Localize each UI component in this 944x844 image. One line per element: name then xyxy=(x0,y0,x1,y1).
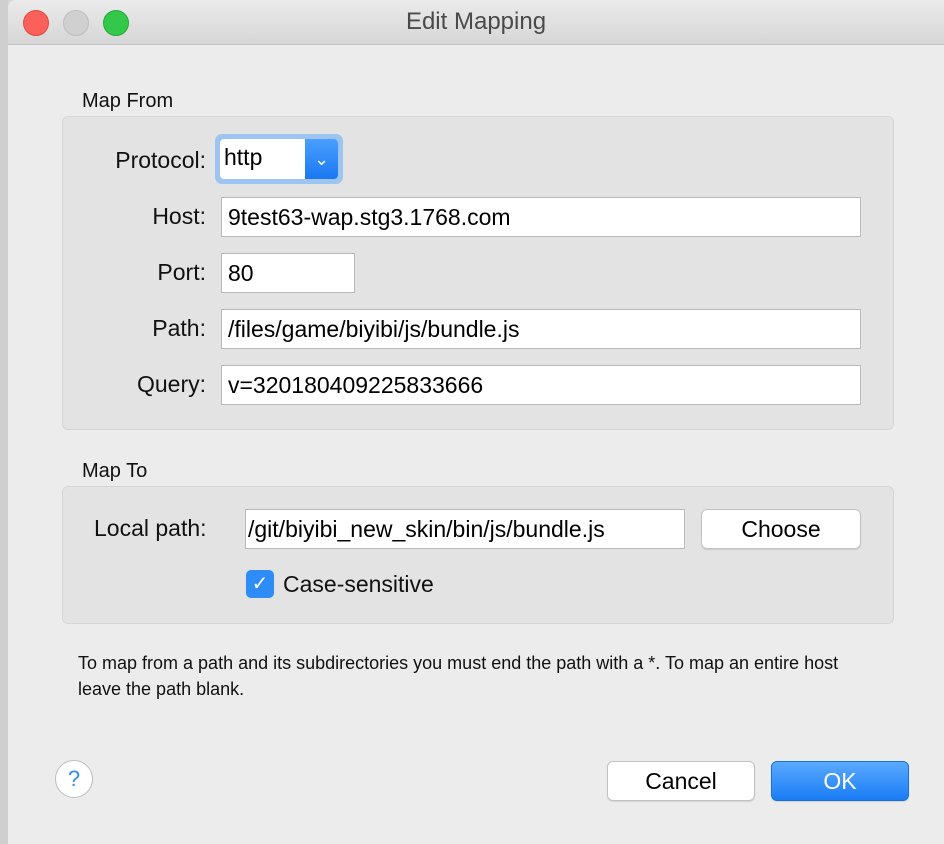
background-window xyxy=(0,0,8,844)
protocol-select[interactable]: http ⌄ xyxy=(215,134,343,184)
case-sensitive-checkbox[interactable]: ✓ xyxy=(246,570,274,598)
cancel-button[interactable]: Cancel xyxy=(607,761,755,801)
ok-button[interactable]: OK xyxy=(771,761,909,801)
port-label: Port: xyxy=(157,259,206,285)
map-from-heading: Map From xyxy=(82,90,174,112)
window-title: Edit Mapping xyxy=(405,8,547,35)
query-input[interactable]: v=320180409225833666 xyxy=(221,365,861,405)
path-label: Path: xyxy=(152,315,206,341)
host-input[interactable]: 9test63-wap.stg3.1768.com xyxy=(221,197,861,237)
query-label: Query: xyxy=(136,371,206,397)
help-button[interactable]: ? xyxy=(55,760,93,798)
local-path-label: Local path: xyxy=(94,515,207,541)
hint-text: To map from a path and its subdirectorie… xyxy=(78,653,839,699)
local-path-input[interactable]: /git/biyibi_new_skin/bin/js/bundle.js xyxy=(245,509,685,549)
choose-button[interactable]: Choose xyxy=(701,509,861,549)
case-sensitive-label: Case-sensitive xyxy=(283,571,434,597)
protocol-label: Protocol: xyxy=(115,147,206,173)
host-label: Host: xyxy=(152,203,206,229)
chevron-down-icon: ⌄ xyxy=(305,139,338,179)
port-input[interactable]: 80 xyxy=(221,253,355,293)
map-to-group xyxy=(62,486,894,624)
edit-mapping-dialog: Edit Mapping Map From Protocol: http ⌄ H… xyxy=(8,0,944,844)
checkmark-icon: ✓ xyxy=(251,573,269,595)
title-bar: Edit Mapping xyxy=(8,0,944,45)
help-icon: ? xyxy=(67,766,81,791)
map-to-heading: Map To xyxy=(82,460,148,482)
protocol-value: http xyxy=(224,144,263,170)
path-input[interactable]: /files/game/biyibi/js/bundle.js xyxy=(221,309,861,349)
